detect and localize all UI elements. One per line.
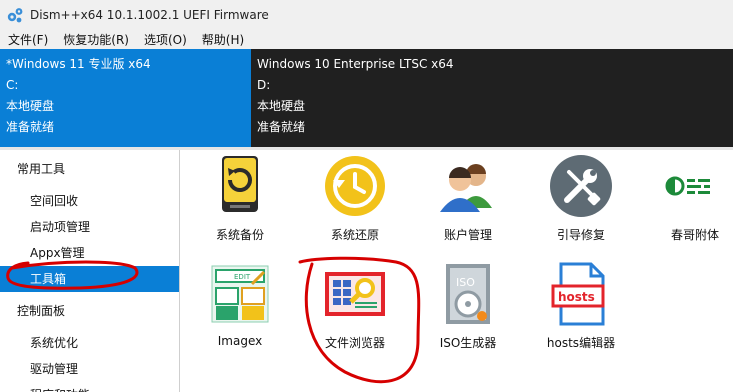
svg-text:EDIT: EDIT bbox=[234, 273, 251, 281]
imagex-icon: EDIT bbox=[211, 265, 269, 323]
session-name: Windows 10 Enterprise LTSC x64 bbox=[257, 57, 454, 71]
sidebar-item-driver-manager[interactable]: 驱动管理 bbox=[0, 356, 179, 382]
sidebar-item-programs-features[interactable]: 程序和功能 bbox=[0, 382, 179, 392]
svg-text:hosts: hosts bbox=[558, 290, 595, 304]
session-status: 准备就绪 bbox=[257, 120, 306, 134]
tool-god-mode[interactable]: 春哥附体 bbox=[647, 154, 733, 243]
gears-icon bbox=[7, 7, 23, 22]
session-windows-11[interactable]: *Windows 11 专业版 x64 C: 本地硬盘 准备就绪 bbox=[0, 49, 251, 147]
backup-drive-icon bbox=[222, 156, 258, 212]
hosts-file-icon: hosts bbox=[551, 262, 605, 326]
sidebar-group-control-panel[interactable]: 控制面板 bbox=[0, 298, 179, 324]
toolbox-grid: 系统备份 系统还原 账户管理 引导修复 春哥附体 EDIT Imagex 文件浏… bbox=[181, 150, 733, 392]
tool-hosts-editor[interactable]: hosts hosts编辑器 bbox=[533, 262, 629, 351]
users-icon bbox=[440, 164, 492, 212]
file-explorer-icon bbox=[325, 272, 385, 316]
restore-clock-icon bbox=[325, 156, 385, 216]
tool-system-restore[interactable]: 系统还原 bbox=[307, 154, 403, 243]
tool-boot-repair[interactable]: 引导修复 bbox=[533, 154, 629, 243]
tool-file-explorer[interactable]: 文件浏览器 bbox=[307, 262, 403, 351]
tool-label: ISO生成器 bbox=[439, 336, 497, 350]
tool-iso-builder[interactable]: ISO ISO生成器 bbox=[420, 262, 516, 351]
tool-label: 账户管理 bbox=[443, 228, 492, 242]
session-name: *Windows 11 专业版 x64 bbox=[6, 57, 151, 71]
tool-account-manager[interactable]: 账户管理 bbox=[420, 154, 516, 243]
tool-label: 引导修复 bbox=[556, 228, 605, 242]
tool-label: 系统备份 bbox=[215, 228, 264, 242]
session-drive: C: bbox=[6, 78, 19, 92]
tool-label: 文件浏览器 bbox=[324, 336, 385, 350]
sidebar-item-startup-manager[interactable]: 启动项管理 bbox=[0, 214, 179, 240]
menu-help[interactable]: 帮助(H) bbox=[194, 31, 251, 48]
tool-label: hosts编辑器 bbox=[546, 336, 616, 350]
svg-text:ISO: ISO bbox=[456, 276, 475, 289]
session-windows-10-ltsc[interactable]: Windows 10 Enterprise LTSC x64 D: 本地硬盘 准… bbox=[251, 49, 733, 147]
window-title: Dism++x64 10.1.1002.1 UEFI Firmware bbox=[30, 7, 269, 22]
session-type: 本地硬盘 bbox=[6, 99, 55, 113]
title-bar: Dism++x64 10.1.1002.1 UEFI Firmware bbox=[0, 0, 733, 29]
session-status: 准备就绪 bbox=[6, 120, 55, 134]
sidebar: 常用工具 空间回收 启动项管理 Appx管理 工具箱 控制面板 系统优化 驱动管… bbox=[0, 150, 180, 392]
iso-disc-icon: ISO bbox=[446, 264, 490, 324]
sidebar-item-appx-manager[interactable]: Appx管理 bbox=[0, 240, 179, 266]
session-drive: D: bbox=[257, 78, 271, 92]
sidebar-item-space-cleanup[interactable]: 空间回收 bbox=[0, 188, 179, 214]
session-bar: *Windows 11 专业版 x64 C: 本地硬盘 准备就绪 Windows… bbox=[0, 49, 733, 147]
wrench-screwdriver-icon bbox=[550, 155, 612, 217]
tool-label: 春哥附体 bbox=[670, 228, 719, 242]
sidebar-item-system-optimize[interactable]: 系统优化 bbox=[0, 330, 179, 356]
menu-recovery[interactable]: 恢复功能(R) bbox=[55, 31, 136, 48]
sidebar-group-common-tools[interactable]: 常用工具 bbox=[0, 156, 179, 182]
tool-imagex[interactable]: EDIT Imagex bbox=[192, 262, 288, 348]
tool-label: 系统还原 bbox=[330, 228, 379, 242]
toggle-panel-icon bbox=[665, 176, 710, 196]
session-type: 本地硬盘 bbox=[257, 99, 306, 113]
menu-bar: 文件(F) 恢复功能(R) 选项(O) 帮助(H) bbox=[0, 29, 733, 49]
tool-label: Imagex bbox=[217, 334, 263, 348]
sidebar-item-toolbox[interactable]: 工具箱 bbox=[0, 266, 179, 292]
tool-system-backup[interactable]: 系统备份 bbox=[192, 154, 288, 243]
menu-options[interactable]: 选项(O) bbox=[136, 31, 194, 48]
menu-file[interactable]: 文件(F) bbox=[0, 31, 55, 48]
